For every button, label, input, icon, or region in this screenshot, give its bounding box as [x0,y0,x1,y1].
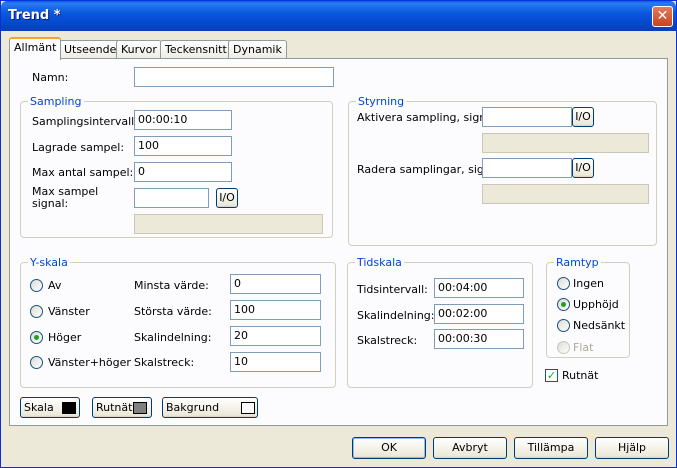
trend-dialog: Trend * ✕ Allmänt Utseende Kurvor Tecken… [0,0,677,468]
scale-color-swatch [62,402,76,414]
tab-dynamics[interactable]: Dynamik [228,40,287,59]
clear-samples-display [482,184,649,204]
sampling-title: Sampling [28,95,84,108]
grid-checkbox[interactable]: ✓ [545,369,558,382]
tab-curves[interactable]: Kurvor [116,40,162,59]
checkmark-icon: ✓ [546,369,557,382]
scale-color-label: Skala [24,401,54,414]
title-bar[interactable]: Trend * ✕ [1,1,676,31]
yscale-option-left-right: Vänster+höger [48,356,131,369]
activate-sampling-io-button[interactable]: I/O [572,107,594,127]
frametype-title: Ramtyp [554,256,601,269]
activate-sampling-input[interactable] [482,107,572,127]
window-title: Trend * [8,8,61,23]
grid-color-button[interactable]: Rutnät [92,397,152,418]
close-button[interactable]: ✕ [652,6,673,27]
frametype-radio-none[interactable] [557,277,570,290]
background-color-button[interactable]: Bakgrund [162,397,258,418]
yscale-radio-off[interactable] [30,279,43,292]
clear-samples-io-button[interactable]: I/O [572,158,594,178]
stored-samples-label: Lagrade sampel: [32,141,125,154]
ok-button[interactable]: OK [352,437,426,459]
apply-button[interactable]: Tillämpa [514,437,588,459]
timescale-title: Tidskala [355,256,404,269]
yscale-max-label: Största värde: [134,305,212,318]
yscale-option-right: Höger [48,331,82,344]
max-sample-signal-label-line2: signal: [32,197,69,210]
close-icon: ✕ [656,8,669,24]
grid-checkbox-label: Rutnät [562,369,599,382]
scale-color-button[interactable]: Skala [20,397,80,418]
activate-sampling-label: Aktivera sampling, signal: [357,111,500,124]
yscale-option-left: Vänster [48,305,90,318]
yscale-option-off: Av [48,279,62,292]
frametype-radio-raised[interactable] [557,298,570,311]
tab-appearance[interactable]: Utseende [59,40,122,59]
yscale-ticks-label: Skalstreck: [134,356,195,369]
grid-color-swatch [133,402,147,414]
max-sample-signal-io-button[interactable]: I/O [216,188,238,208]
frametype-option-none: Ingen [573,277,604,290]
background-color-label: Bakgrund [166,401,220,414]
activate-sampling-display [482,133,649,153]
time-interval-label: Tidsintervall: [357,283,428,296]
name-label: Namn: [32,71,69,84]
yscale-min-input[interactable]: 0 [230,274,321,294]
yscale-radio-left-right[interactable] [30,356,43,369]
time-division-input[interactable]: 00:02:00 [434,304,524,324]
sampling-interval-input[interactable]: 00:00:10 [134,110,232,130]
time-ticks-input[interactable]: 00:00:30 [434,329,524,349]
time-division-label: Skalindelning: [357,309,435,322]
cancel-button[interactable]: Avbryt [433,437,507,459]
general-panel: Namn: Sampling Samplingsintervall: 00:00… [9,58,668,426]
frametype-option-sunken: Nedsänkt [573,319,626,332]
max-sample-signal-display [134,214,323,234]
stored-samples-input[interactable]: 100 [134,136,232,156]
yscale-division-input[interactable]: 20 [230,326,321,346]
name-input[interactable] [134,67,334,87]
frametype-option-raised: Upphöjd [573,298,619,311]
grid-color-label: Rutnät [96,401,133,414]
max-samples-input[interactable]: 0 [134,162,232,182]
yscale-ticks-input[interactable]: 10 [230,352,321,372]
tab-fonts[interactable]: Teckensnitt [160,40,232,59]
yscale-radio-left[interactable] [30,305,43,318]
yscale-title: Y-skala [28,256,70,269]
frametype-option-flat: Flat [573,341,594,354]
yscale-division-label: Skalindelning: [134,331,212,344]
max-samples-label: Max antal sampel: [32,166,134,179]
yscale-max-input[interactable]: 100 [230,300,321,320]
frametype-radio-flat [557,341,570,354]
sampling-interval-label: Samplingsintervall: [32,115,138,128]
time-interval-input[interactable]: 00:04:00 [434,278,524,298]
max-sample-signal-input[interactable] [134,188,209,208]
time-ticks-label: Skalstreck: [357,334,418,347]
control-title: Styrning [356,95,407,108]
help-button[interactable]: Hjälp [595,437,669,459]
tab-general[interactable]: Allmänt [9,37,62,60]
clear-samples-input[interactable] [482,158,572,178]
background-color-swatch [241,402,255,414]
frametype-radio-sunken[interactable] [557,319,570,332]
yscale-radio-right[interactable] [30,331,43,344]
yscale-min-label: Minsta värde: [134,279,209,292]
